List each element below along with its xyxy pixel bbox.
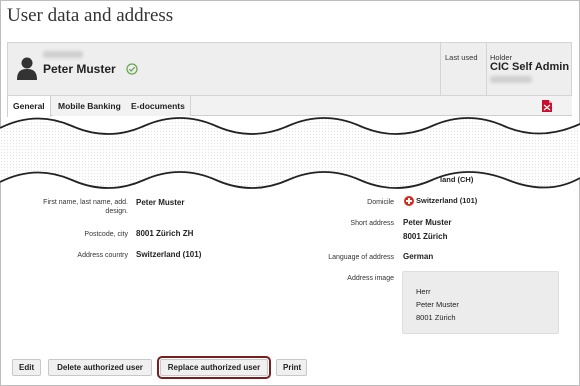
language-of-address-value: German xyxy=(403,252,434,261)
postcode-city-value: 8001 Zürich ZH xyxy=(136,229,194,238)
user-id-redacted xyxy=(43,51,83,58)
domicile-label: Domicile xyxy=(367,199,394,206)
language-of-address-label: Language of address xyxy=(328,254,394,261)
user-name: Peter Muster xyxy=(43,62,116,76)
address-image-line: 8001 Zürich xyxy=(416,313,456,322)
short-address-line1: Peter Muster xyxy=(403,218,452,227)
address-image-label: Address image xyxy=(347,275,394,282)
edit-button[interactable]: Edit xyxy=(12,359,41,376)
name-value: Peter Muster xyxy=(136,198,185,207)
holder-value: CIC Self Admin xyxy=(490,61,570,73)
verified-check-icon xyxy=(126,63,138,75)
address-country-value: Switzerland (101) xyxy=(136,250,202,259)
domicile-partial-value: land (CH) xyxy=(440,175,474,184)
page-break-tear xyxy=(0,117,580,189)
header-divider xyxy=(486,43,487,95)
header-divider xyxy=(440,43,441,95)
address-image-line: Peter Muster xyxy=(416,300,459,309)
domicile-value: Switzerland (101) xyxy=(416,196,478,205)
user-icon xyxy=(17,57,37,80)
print-button[interactable]: Print xyxy=(276,359,307,376)
short-address-line2: 8001 Zürich xyxy=(403,232,448,241)
user-header: Peter Muster Last used Holder CIC Self A… xyxy=(7,42,572,96)
replace-authorized-user-button[interactable]: Replace authorized user xyxy=(157,356,271,379)
delete-authorized-user-button[interactable]: Delete authorized user xyxy=(48,359,152,376)
short-address-label: Short address xyxy=(350,220,394,227)
holder-id-redacted xyxy=(490,76,532,83)
postcode-city-label: Postcode, city xyxy=(84,231,128,238)
last-used-label: Last used xyxy=(445,53,478,62)
address-country-label: Address country xyxy=(77,252,128,259)
address-image-line: Herr xyxy=(416,287,431,296)
address-image-box: Herr Peter Muster 8001 Zürich xyxy=(402,271,559,334)
pdf-icon[interactable] xyxy=(540,99,554,113)
name-label: First name, last name, add. design. xyxy=(43,199,128,215)
page-title: User data and address xyxy=(7,5,174,26)
swiss-flag-icon xyxy=(404,196,414,206)
